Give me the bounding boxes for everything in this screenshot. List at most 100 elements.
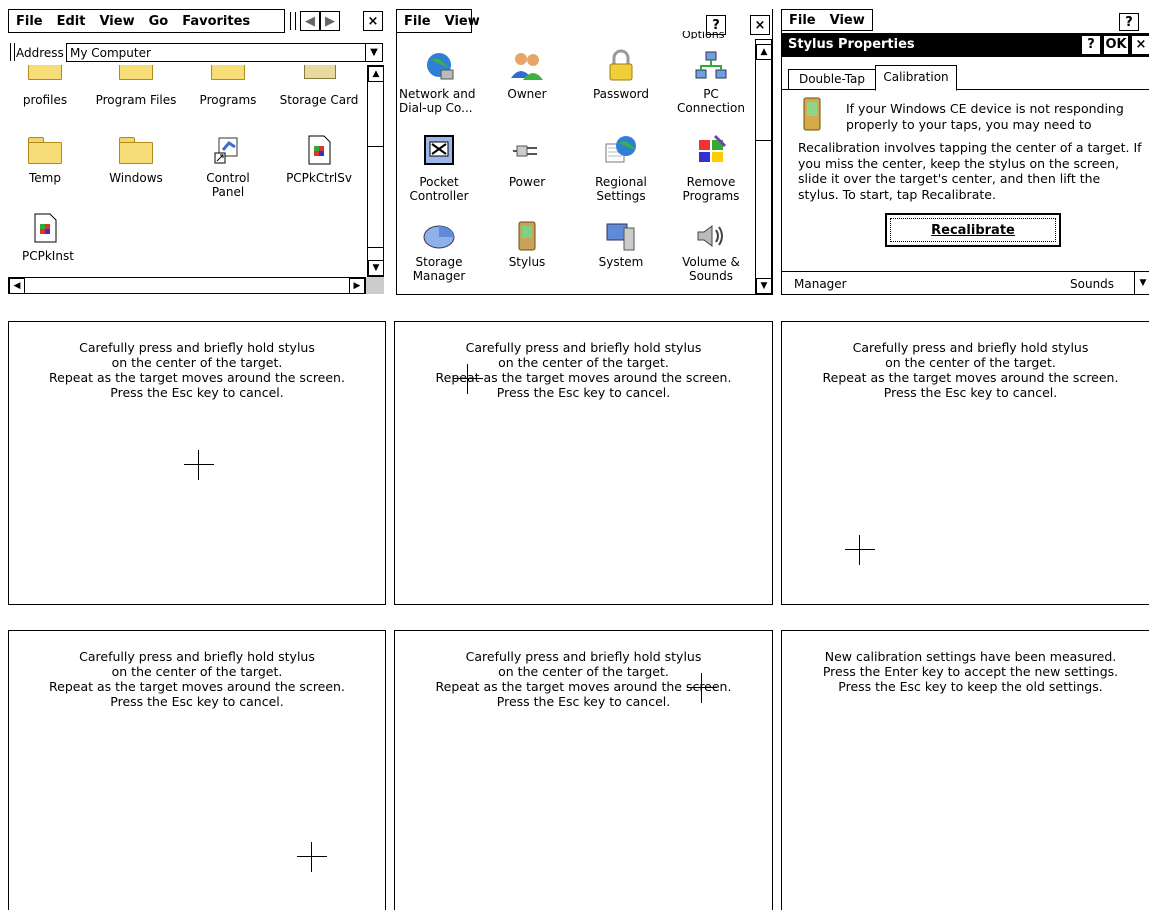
control-panel-icon (214, 137, 238, 164)
close-icon: × (367, 13, 379, 29)
scroll-up-button[interactable]: ▲ (756, 44, 772, 60)
list-item[interactable]: Owner (491, 49, 563, 101)
arrow-down-icon: ▼ (1139, 278, 1147, 288)
list-item[interactable]: Control Panel (192, 133, 264, 199)
list-item[interactable]: Power (491, 133, 563, 189)
scroll-down-button[interactable]: ▼ (368, 260, 384, 276)
vertical-scrollbar[interactable]: ▲ ▼ (367, 65, 384, 277)
explorer-window: File Edit View Go Favorites ◀ ▶ × Addres… (8, 9, 384, 295)
network-icon (427, 53, 454, 80)
back-arrow-icon: ◀ (305, 13, 315, 29)
arrow-down-icon: ▼ (372, 263, 380, 273)
file-list: profiles Program Files Programs Storage … (8, 65, 366, 275)
back-button[interactable]: ◀ (300, 11, 320, 31)
scroll-right-button[interactable]: ▶ (349, 278, 365, 294)
list-item[interactable]: Pocket Controller (397, 133, 481, 203)
icon-grid: Network and Dial-up Co... Owner Password… (397, 39, 755, 294)
crosshair-target-icon[interactable] (453, 364, 483, 394)
file-icon (308, 135, 331, 165)
list-item[interactable]: PC Connection (667, 49, 755, 115)
list-item[interactable]: System (581, 219, 661, 269)
close-button[interactable]: × (750, 15, 770, 35)
list-item[interactable]: Temp (12, 133, 78, 185)
scroll-down-button[interactable]: ▼ (1134, 272, 1149, 294)
list-item[interactable]: Storage Card (274, 65, 364, 107)
horizontal-scrollbar[interactable]: ◀ ▶ (8, 277, 366, 294)
system-icon (606, 223, 635, 251)
list-item[interactable]: PCPkCtrlSv (274, 133, 364, 185)
dialog-close-button[interactable]: × (1132, 36, 1149, 54)
help-button[interactable]: ? (1119, 13, 1139, 31)
dialog-help-button[interactable]: ? (1082, 36, 1100, 54)
calibration-screen-2[interactable]: Carefully press and briefly hold stylus … (394, 321, 773, 605)
volume-icon (697, 225, 723, 247)
close-button[interactable]: × (363, 11, 383, 31)
menu-view[interactable]: View (92, 14, 141, 29)
info-text: If your Windows CE device is not respond… (846, 101, 1124, 132)
scrollbar-corner (366, 277, 384, 294)
calibration-screen-4[interactable]: Carefully press and briefly hold stylus … (8, 630, 386, 910)
address-combo[interactable]: My Computer ▼ (66, 43, 383, 62)
menu-edit[interactable]: Edit (50, 14, 93, 29)
scroll-thumb[interactable] (368, 146, 383, 248)
pocket-controller-icon (424, 135, 454, 165)
scroll-up-button[interactable]: ▲ (368, 66, 384, 82)
calibration-complete-text: New calibration settings have been measu… (822, 649, 1119, 694)
list-item[interactable]: Program Files (94, 65, 178, 107)
scroll-thumb[interactable] (756, 140, 771, 271)
calibration-screen-1[interactable]: Carefully press and briefly hold stylus … (8, 321, 386, 605)
forward-arrow-icon: ▶ (325, 13, 335, 29)
partial-options-label: Options (682, 31, 725, 39)
menu-file[interactable]: File (782, 13, 823, 28)
crosshair-target-icon[interactable] (687, 673, 717, 703)
toolbar-grip (290, 12, 296, 30)
folder-icon (28, 65, 62, 80)
tab-double-tap[interactable]: Double-Tap (788, 69, 876, 89)
list-item[interactable]: Stylus (491, 219, 563, 269)
pc-connection-icon (695, 51, 727, 79)
recalibrate-button[interactable]: Recalibrate (885, 213, 1061, 247)
calibration-instructions: Carefully press and briefly hold stylus … (822, 340, 1119, 400)
calibration-screen-6[interactable]: New calibration settings have been measu… (781, 630, 1149, 910)
menu-go[interactable]: Go (142, 14, 176, 29)
tab-calibration[interactable]: Calibration (875, 65, 957, 91)
arrow-left-icon: ◀ (13, 281, 21, 291)
list-item[interactable]: profiles (12, 65, 78, 107)
power-icon (513, 145, 537, 157)
address-input[interactable]: My Computer (70, 46, 151, 60)
calibration-instructions: Carefully press and briefly hold stylus … (435, 340, 732, 400)
stylus-device-icon (803, 97, 821, 131)
calibration-screen-5[interactable]: Carefully press and briefly hold stylus … (394, 630, 773, 910)
close-icon: × (754, 17, 766, 33)
dialog-title: Stylus Properties (788, 37, 915, 52)
explorer-menubar: File Edit View Go Favorites (8, 9, 285, 33)
list-item[interactable]: Windows (94, 133, 178, 185)
list-item[interactable]: Volume & Sounds (667, 219, 755, 283)
list-item[interactable]: Network and Dial-up Co... (397, 49, 481, 115)
stylus-menubar: File View (782, 9, 873, 31)
list-item[interactable]: Programs (192, 65, 264, 107)
calibration-screen-3[interactable]: Carefully press and briefly hold stylus … (781, 321, 1149, 605)
dropdown-button[interactable]: ▼ (365, 44, 382, 61)
list-item[interactable]: PCPkInst (12, 211, 78, 263)
control-panel-window: File View ? × Options Network and Dial-u… (396, 9, 773, 295)
menu-view[interactable]: View (438, 14, 487, 29)
crosshair-target-icon[interactable] (845, 535, 875, 565)
ok-button[interactable]: OK (1104, 36, 1128, 54)
scroll-left-button[interactable]: ◀ (9, 278, 25, 294)
list-item[interactable]: Storage Manager (397, 219, 481, 283)
menu-view[interactable]: View (823, 13, 872, 28)
arrow-right-icon: ▶ (353, 281, 361, 291)
list-item[interactable]: Regional Settings (581, 133, 661, 203)
menu-file[interactable]: File (9, 14, 50, 29)
arrow-up-icon: ▲ (372, 69, 380, 79)
scroll-down-button[interactable]: ▼ (756, 278, 772, 294)
menu-file[interactable]: File (397, 14, 438, 29)
menu-favorites[interactable]: Favorites (175, 14, 257, 29)
list-item[interactable]: Remove Programs (667, 133, 755, 203)
forward-button[interactable]: ▶ (320, 11, 340, 31)
crosshair-target-icon[interactable] (184, 450, 214, 480)
crosshair-target-icon[interactable] (297, 842, 327, 872)
list-item[interactable]: Password (581, 49, 661, 101)
vertical-scrollbar[interactable]: ▲ ▼ (755, 39, 772, 294)
